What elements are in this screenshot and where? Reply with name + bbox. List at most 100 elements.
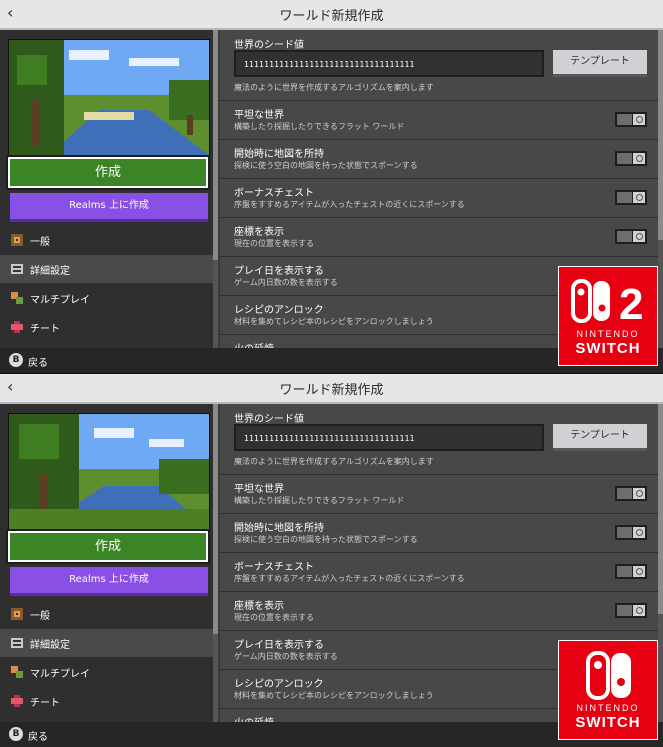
setting-flat-world: 平坦な世界 構築したり採掘したりできるフラット ワールド — [220, 474, 658, 513]
switch-logo-icon — [586, 651, 631, 700]
setting-title: 開始時に地図を所持 — [234, 523, 324, 534]
bonus-chest-toggle[interactable] — [615, 190, 647, 205]
badge-switch-text: SWITCH — [575, 714, 641, 731]
setting-starting-map: 開始時に地図を所持 探検に使う空白の地図を持った状態でスポーンする — [220, 139, 658, 178]
world-preview-image — [8, 413, 210, 530]
setting-description: 探検に使う空白の地図を持った状態でスポーンする — [234, 161, 418, 170]
setting-title: 平坦な世界 — [234, 110, 284, 121]
back-button[interactable]: 戻る — [28, 728, 48, 743]
left-scrollbar[interactable] — [213, 404, 218, 722]
create-on-realms-button[interactable]: Realms 上に作成 — [10, 567, 208, 596]
world-preview-image — [8, 39, 210, 156]
nav-item-general[interactable]: 一般 — [0, 226, 213, 254]
badge-nintendo-text: NINTENDO — [576, 329, 640, 339]
nav-item-cheats[interactable]: チート — [0, 687, 213, 715]
switch-2-logo-icon: 2 — [571, 279, 643, 327]
b-button-icon: B — [9, 727, 23, 741]
setting-description: 材料を集めてレシピ本のレシピをアンロックしましょう — [234, 691, 434, 700]
left-panel: 作成 Realms 上に作成 一般 詳細設定 マルチプレイ チート — [0, 404, 218, 722]
nav-item-cheats[interactable]: チート — [0, 313, 213, 341]
switch2-screenshot: ‹ ワールド新規作成 作成 Realms 上に作成 一般 詳細設定 マルチプレイ… — [0, 0, 663, 373]
setting-description: ゲーム内日数の数を表示する — [234, 652, 338, 661]
setting-starting-map: 開始時に地図を所持 探検に使う空白の地図を持った状態でスポーンする — [220, 513, 658, 552]
setting-description: 構築したり採掘したりできるフラット ワールド — [234, 122, 405, 131]
setting-bonus-chest: ボーナスチェスト 序盤をすすめるアイテムが入ったチェストの近くにスポーンする — [220, 552, 658, 591]
seed-title: 世界のシード値 — [234, 40, 304, 51]
multiplayer-icon — [11, 666, 23, 678]
nav-item-general[interactable]: 一般 — [0, 600, 213, 628]
title-bar: ‹ ワールド新規作成 — [0, 0, 663, 30]
nav-item-label: 一般 — [30, 237, 50, 248]
setting-title: 座標を表示 — [234, 601, 284, 612]
back-button[interactable]: 戻る — [28, 354, 48, 369]
setting-description: 現在の位置を表示する — [234, 239, 314, 248]
nintendo-switch-badge: NINTENDO SWITCH — [558, 640, 658, 740]
multiplayer-icon — [11, 292, 23, 304]
setting-title: レシピのアンロック — [234, 679, 324, 690]
flat-world-toggle[interactable] — [615, 486, 647, 501]
setting-description: 現在の位置を表示する — [234, 613, 314, 622]
setting-description: 序盤をすすめるアイテムが入ったチェストの近くにスポーンする — [234, 574, 465, 583]
setting-title: 平坦な世界 — [234, 484, 284, 495]
nav-item-label: マルチプレイ — [30, 669, 90, 680]
bonus-chest-toggle[interactable] — [615, 564, 647, 579]
setting-description: 探検に使う空白の地図を持った状態でスポーンする — [234, 535, 418, 544]
flat-world-toggle[interactable] — [615, 112, 647, 127]
seed-input[interactable]: 1111111111111111111111111111111111 — [234, 50, 544, 77]
gear-icon — [11, 234, 23, 246]
setting-description: 構築したり採掘したりできるフラット ワールド — [234, 496, 405, 505]
seed-input[interactable]: 1111111111111111111111111111111111 — [234, 424, 544, 451]
create-button[interactable]: 作成 — [6, 529, 210, 564]
nav-item-label: 詳細設定 — [30, 266, 70, 277]
setting-title: 開始時に地図を所持 — [234, 149, 324, 160]
setting-title: プレイ日を表示する — [234, 266, 324, 277]
cheats-icon — [11, 321, 23, 333]
create-button[interactable]: 作成 — [6, 155, 210, 190]
switch-2-numeral: 2 — [619, 280, 643, 327]
setting-title: ボーナスチェスト — [234, 562, 314, 573]
show-coordinates-toggle[interactable] — [615, 603, 647, 618]
setting-flat-world: 平坦な世界 構築したり採掘したりできるフラット ワールド — [220, 100, 658, 139]
b-button-icon: B — [9, 353, 23, 367]
nav-item-label: 詳細設定 — [30, 640, 70, 651]
setting-show-coordinates: 座標を表示 現在の位置を表示する — [220, 217, 658, 256]
left-scrollbar[interactable] — [213, 30, 218, 348]
setting-description: ゲーム内日数の数を表示する — [234, 278, 338, 287]
nav-item-advanced[interactable]: 詳細設定 — [0, 629, 213, 657]
template-button[interactable]: テンプレート — [553, 424, 647, 451]
nav-item-label: マルチプレイ — [30, 295, 90, 306]
nav-item-label: 一般 — [30, 611, 50, 622]
setting-show-coordinates: 座標を表示 現在の位置を表示する — [220, 591, 658, 630]
seed-description: 魔法のように世界を作成するアルゴリズムを案内します — [234, 457, 434, 466]
setting-description: 材料を集めてレシピ本のレシピをアンロックしましょう — [234, 317, 434, 326]
show-coordinates-toggle[interactable] — [615, 229, 647, 244]
nav-item-multiplayer[interactable]: マルチプレイ — [0, 658, 213, 686]
cheats-icon — [11, 695, 23, 707]
badge-nintendo-text: NINTENDO — [576, 703, 640, 713]
create-on-realms-button[interactable]: Realms 上に作成 — [10, 193, 208, 222]
nav-item-advanced[interactable]: 詳細設定 — [0, 255, 213, 283]
seed-description: 魔法のように世界を作成するアルゴリズムを案内します — [234, 83, 434, 92]
setting-title: 座標を表示 — [234, 227, 284, 238]
setting-description: 序盤をすすめるアイテムが入ったチェストの近くにスポーンする — [234, 200, 465, 209]
nav-item-label: チート — [30, 698, 60, 709]
settings-icon — [11, 638, 23, 648]
nintendo-switch-2-badge: 2 NINTENDO SWITCH — [558, 266, 658, 366]
title-bar: ‹ ワールド新規作成 — [0, 374, 663, 404]
nav-item-multiplayer[interactable]: マルチプレイ — [0, 284, 213, 312]
switch-screenshot: ‹ ワールド新規作成 作成 Realms 上に作成 一般 詳細設定 マルチプレイ… — [0, 374, 663, 747]
left-panel: 作成 Realms 上に作成 一般 詳細設定 マルチプレイ チート — [0, 30, 218, 348]
template-button[interactable]: テンプレート — [553, 50, 647, 77]
gear-icon — [11, 608, 23, 620]
nav-item-label: チート — [30, 324, 60, 335]
setting-bonus-chest: ボーナスチェスト 序盤をすすめるアイテムが入ったチェストの近くにスポーンする — [220, 178, 658, 217]
settings-icon — [11, 264, 23, 274]
setting-title: レシピのアンロック — [234, 305, 324, 316]
setting-title: ボーナスチェスト — [234, 188, 314, 199]
badge-switch-text: SWITCH — [575, 340, 641, 357]
page-title: ワールド新規作成 — [279, 9, 384, 24]
seed-title: 世界のシード値 — [234, 414, 304, 425]
setting-title: プレイ日を表示する — [234, 640, 324, 651]
starting-map-toggle[interactable] — [615, 525, 647, 540]
starting-map-toggle[interactable] — [615, 151, 647, 166]
